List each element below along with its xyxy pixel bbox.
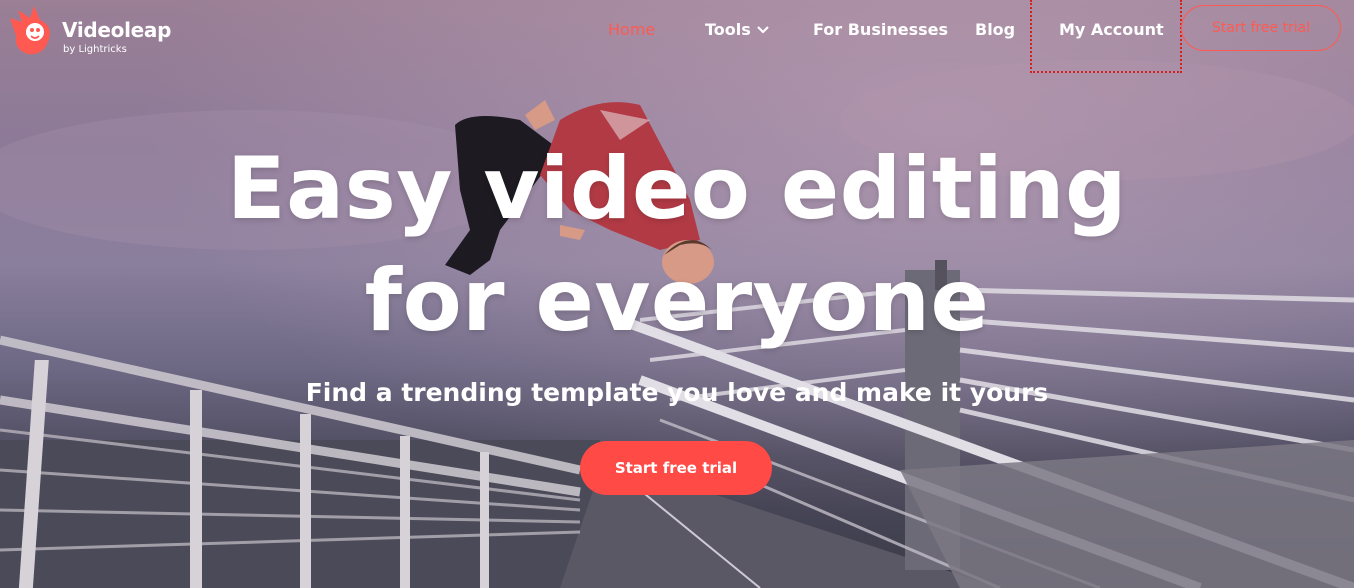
hero-headline-line-1: Easy video editing — [226, 139, 1128, 239]
nav-tools[interactable]: Tools — [705, 20, 769, 39]
hero-start-trial-button[interactable]: Start free trial — [580, 441, 772, 495]
brand-name: Videoleap — [62, 18, 172, 42]
hero-headline-line-2: for everyone — [364, 251, 990, 351]
header-start-trial-button[interactable]: Start free trial — [1181, 5, 1341, 51]
bird-logo-icon — [10, 6, 50, 55]
nav-my-account[interactable]: My Account — [1059, 20, 1164, 39]
nav-blog[interactable]: Blog — [975, 20, 1015, 39]
nav-home[interactable]: Home — [608, 20, 655, 39]
nav-for-businesses[interactable]: For Businesses — [813, 20, 948, 39]
site-header: Videoleap by Lightricks Home Tools For B… — [0, 0, 1354, 73]
chevron-down-icon — [757, 26, 769, 34]
brand-tagline: by Lightricks — [63, 44, 127, 55]
brand-logo[interactable]: Videoleap by Lightricks — [8, 4, 208, 60]
hero-subheadline: Find a trending template you love and ma… — [305, 378, 1049, 407]
nav-tools-label: Tools — [705, 20, 751, 39]
